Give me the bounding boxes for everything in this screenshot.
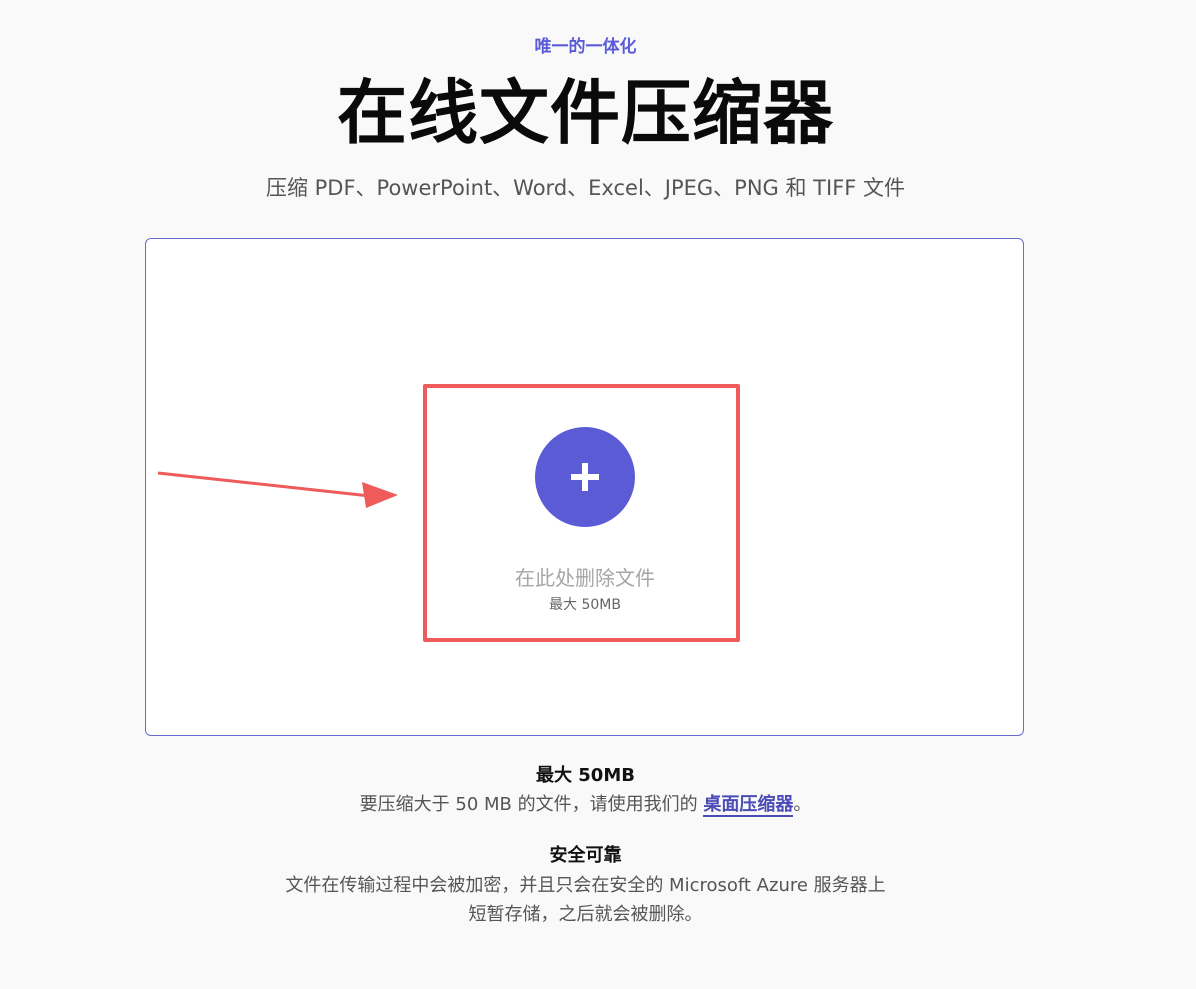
drop-size-limit: 最大 50MB	[549, 597, 621, 613]
security-text: 文件在传输过程中会被加密，并且只会在安全的 Microsoft Azure 服务…	[285, 875, 886, 925]
kicker-text: 唯一的一体化	[534, 37, 637, 57]
size-limit-text-prefix: 要压缩大于 50 MB 的文件，请使用我们的	[359, 794, 698, 815]
size-limit-text-suffix: 。	[793, 794, 812, 815]
plus-icon	[571, 463, 599, 491]
page: 唯一的一体化 在线文件压缩器 压缩 PDF、PowerPoint、Word、Ex…	[0, 0, 1196, 989]
size-limit-title: 最大 50MB	[536, 765, 635, 786]
desktop-compressor-link[interactable]: 桌面压缩器	[703, 794, 794, 817]
add-file-button[interactable]	[535, 427, 635, 527]
drop-files-label: 在此处删除文件	[515, 566, 655, 590]
page-subtitle: 压缩 PDF、PowerPoint、Word、Excel、JPEG、PNG 和 …	[265, 176, 906, 200]
size-limit-text: 要压缩大于 50 MB 的文件，请使用我们的 桌面压缩器。	[0, 790, 1171, 819]
security-title: 安全可靠	[549, 845, 622, 866]
annotation-arrow-icon	[157, 471, 398, 508]
page-title: 在线文件压缩器	[337, 72, 834, 154]
